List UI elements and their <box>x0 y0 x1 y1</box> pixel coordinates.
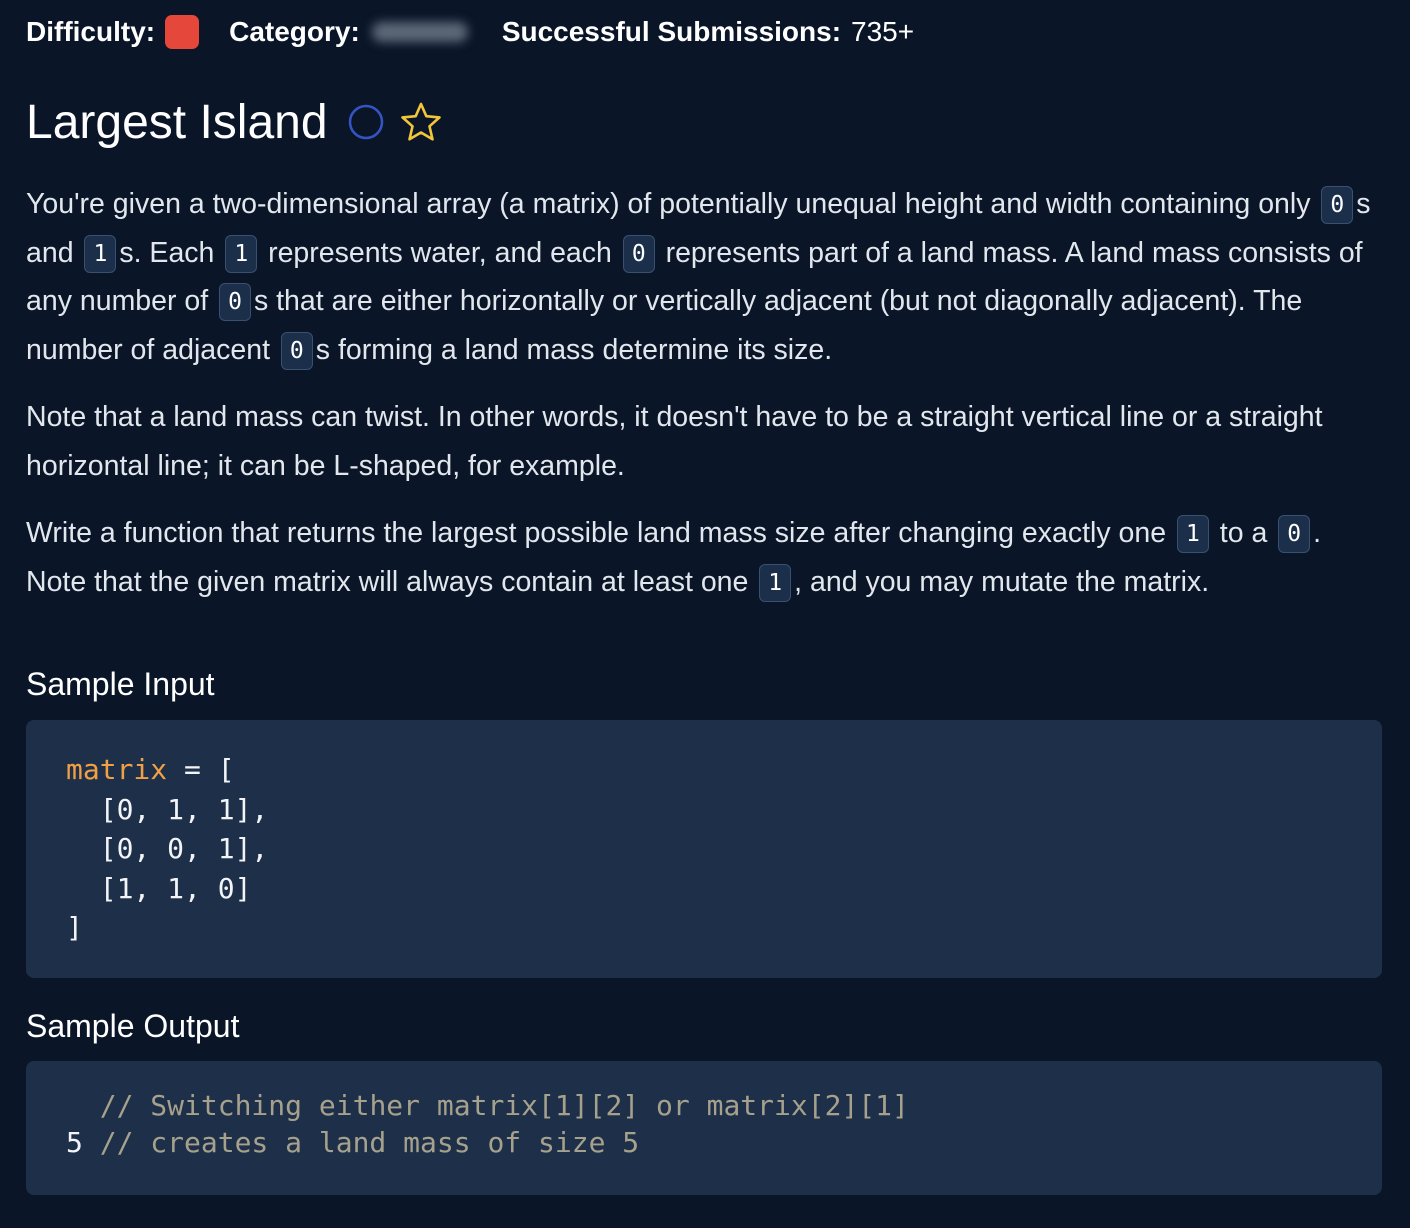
prompt-text: to a <box>1211 517 1276 549</box>
submissions-label: Successful Submissions: <box>501 16 842 47</box>
output-value: 5 <box>66 1126 83 1159</box>
sample-output-heading: Sample Output <box>26 1008 240 1044</box>
inline-code: 1 <box>759 563 792 602</box>
category-value-blurred <box>371 22 468 42</box>
code-line: [0, 0, 1], <box>66 832 269 865</box>
prompt-text: represents water, and each <box>260 236 620 269</box>
prompt-paragraph-3: Write a function that returns the larges… <box>26 509 1382 606</box>
title-row: Largest Island <box>26 88 442 156</box>
inline-code: 0 <box>219 283 251 322</box>
prompt-text: , and you may mutate the matrix. <box>794 565 1210 598</box>
code-line: [1, 1, 0] <box>66 871 252 905</box>
code-line: 5 // creates a land mass of size 5 <box>66 1124 1382 1161</box>
prompt-text: s forming a land mass determine its size… <box>315 333 833 366</box>
prompt-text: s. Each <box>119 236 223 269</box>
prompt-text: You're given a two-dimensional array (a … <box>26 188 1319 220</box>
inline-code: 0 <box>1321 186 1354 225</box>
code-line: ] <box>66 911 83 944</box>
problem-meta-bar: Difficulty: Category: Successful Submiss… <box>26 12 914 52</box>
inline-code: 0 <box>622 234 655 273</box>
submissions-count: 735+ <box>851 16 915 47</box>
code-text: = [ <box>167 753 235 786</box>
prompt-text: Write a function that returns the larges… <box>26 517 1175 549</box>
code-comment: // Switching either matrix[1][2] or matr… <box>99 1089 909 1122</box>
code-variable: matrix <box>66 753 168 786</box>
sample-output-code-block: // Switching either matrix[1][2] or matr… <box>26 1061 1382 1195</box>
inline-code: 0 <box>1278 515 1311 554</box>
page-title: Largest Island <box>26 95 328 149</box>
completion-circle-icon[interactable] <box>348 104 384 140</box>
inline-code: 1 <box>225 234 258 273</box>
difficulty-label: Difficulty: <box>26 16 156 47</box>
sample-input-code-block: matrix = [ [0, 1, 1], [0, 0, 1], [1, 1, … <box>26 720 1382 978</box>
sample-input-heading: Sample Input <box>26 666 215 702</box>
code-line: [0, 1, 1], <box>66 792 269 826</box>
inline-code: 0 <box>280 331 313 370</box>
code-comment: // creates a land mass of size 5 <box>82 1126 640 1159</box>
prompt-paragraph-1: You're given a two-dimensional array (a … <box>26 180 1382 374</box>
prompt-paragraph-2: Note that a land mass can twist. In othe… <box>26 401 1323 482</box>
category-label: Category: <box>229 16 360 47</box>
inline-code: 1 <box>84 234 117 273</box>
problem-prompt: You're given a two-dimensional array (a … <box>26 180 1382 625</box>
code-line: matrix = [ <box>66 750 1382 790</box>
difficulty-badge <box>165 15 200 49</box>
code-line: // Switching either matrix[1][2] or matr… <box>66 1087 1382 1124</box>
inline-code: 1 <box>1177 515 1209 554</box>
star-icon[interactable] <box>400 101 442 143</box>
